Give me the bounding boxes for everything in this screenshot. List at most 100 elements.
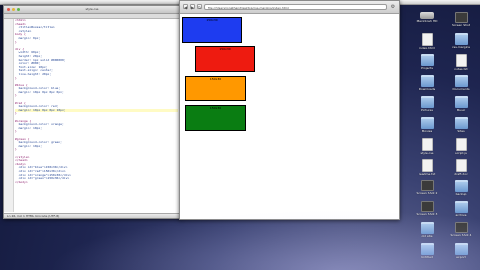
desktop-icon[interactable]: Pictures	[414, 96, 440, 113]
desktop-icon-label: Screen Shot	[451, 24, 471, 27]
reload-icon: ↻	[198, 5, 202, 10]
desktop-icon[interactable]: Movies	[414, 117, 440, 134]
folder-icon	[454, 33, 468, 45]
red-box: 150x30	[195, 46, 255, 72]
desktop-icon[interactable]: style.css	[414, 138, 440, 156]
desktop-icon[interactable]: Sites	[448, 117, 474, 134]
blue-box: 150x30	[182, 17, 242, 43]
desktop-icon-label: Screen Shot 3	[416, 213, 438, 216]
zoom-button[interactable]	[17, 8, 20, 11]
doc-icon	[455, 138, 467, 151]
reload-button[interactable]: ↻	[197, 4, 202, 10]
line-number-gutter	[4, 19, 14, 212]
folder-icon	[420, 243, 434, 255]
folder-icon	[454, 117, 468, 129]
desktop-icon[interactable]: Macintosh HD	[414, 12, 440, 24]
doc-icon	[455, 54, 467, 67]
folder-icon	[454, 75, 468, 87]
app-icon	[420, 201, 434, 212]
desktop-icon-label: Projects	[421, 67, 433, 70]
desktop-icon-label: old site	[421, 235, 433, 238]
desktop-icon-label: Movies	[421, 130, 433, 133]
folder-icon	[454, 201, 468, 213]
green-box-label: 150x30	[209, 106, 222, 110]
desktop-icon-label: Pictures	[421, 109, 433, 112]
desktop-icon[interactable]: readme.txt	[414, 159, 440, 177]
folder-icon	[420, 96, 434, 108]
desktop-icon[interactable]: Screen Shot 4	[448, 222, 474, 238]
desktop-icon[interactable]: index.html	[414, 33, 440, 51]
desktop-icon-label: export	[456, 256, 466, 259]
folder-icon	[454, 96, 468, 108]
desktop-icon-label: Screen Shot 2	[416, 192, 438, 195]
app-icon	[454, 222, 468, 233]
folder-icon	[420, 117, 434, 129]
desktop-icon-label: index.html	[419, 47, 435, 50]
desktop-icon[interactable]: draft.doc	[448, 159, 474, 177]
desktop-icon[interactable]: Projects	[414, 54, 440, 71]
editor-title: style.css	[85, 7, 99, 11]
red-box-label: 150x30	[219, 47, 231, 51]
browser-window[interactable]: ◀ ▶ ↻ file:///Users/jonathan/Desktop/css…	[179, 0, 400, 220]
desktop-icon-label: script.js	[455, 152, 467, 155]
app-icon	[454, 12, 468, 23]
drive-icon	[420, 12, 434, 19]
desktop-icon[interactable]: notes.txt	[448, 54, 474, 72]
orange-box: 150x30	[185, 76, 246, 101]
desktop-icon-label: Macintosh HD	[416, 20, 438, 23]
doc-icon	[421, 33, 433, 46]
desktop-icon-label: draft.doc	[454, 173, 468, 176]
editor-status-bar: Ln 26, Col 1 HTML Unicode (UTF-8)	[4, 213, 180, 218]
desktop-icon[interactable]: script.js	[448, 138, 474, 156]
desktop-icon-label: backup	[455, 193, 467, 196]
folder-icon	[420, 222, 434, 234]
desktop-icon-label: Documents	[452, 88, 470, 91]
folder-icon	[420, 54, 434, 66]
window-controls	[7, 8, 20, 11]
desktop-icon[interactable]: Downloads	[414, 75, 440, 92]
green-box: 150x30	[185, 105, 246, 131]
desktop-icon-label: css-margins	[451, 46, 470, 49]
folder-icon	[420, 75, 434, 87]
desktop-icon-label: Sites	[457, 130, 465, 133]
editor-titlebar[interactable]: style.css	[4, 6, 180, 14]
back-icon: ◀	[184, 5, 188, 10]
orange-box-label: 150x30	[209, 77, 222, 81]
forward-icon: ▶	[191, 5, 195, 10]
desktop-icon[interactable]: old site	[414, 222, 440, 239]
desktop-icon[interactable]: Screen Shot 3	[414, 201, 440, 217]
desktop-icon-label: readme.txt	[418, 173, 436, 176]
page-viewport: 150x30 150x30 150x30 150x30	[180, 14, 399, 219]
settings-wrench-icon[interactable]: ⚙	[390, 4, 396, 10]
desktop-icon[interactable]: Music	[448, 96, 474, 113]
desktop-icon-label: archive	[455, 214, 467, 217]
code-editor-window[interactable]: style.css <html> <head> <title>Boxes</tit…	[3, 5, 181, 219]
browser-toolbar: ◀ ▶ ↻ file:///Users/jonathan/Desktop/css…	[180, 1, 399, 14]
desktop-icon-label: Screen Shot 4	[450, 234, 472, 237]
minimize-button[interactable]	[12, 8, 15, 11]
code-area[interactable]: <html> <head> <title>Boxes</title> <style…	[15, 19, 178, 212]
forward-button[interactable]: ▶	[190, 4, 195, 10]
doc-icon	[455, 159, 467, 172]
code-line[interactable]: </body>	[15, 180, 178, 185]
desktop-icon[interactable]: Documents	[448, 75, 474, 92]
blue-box-label: 150x30	[206, 18, 218, 22]
folder-icon	[454, 243, 468, 255]
back-button[interactable]: ◀	[183, 4, 188, 10]
desktop-icon[interactable]: backup	[448, 180, 474, 197]
desktop-icon[interactable]: Screen Shot 2	[414, 180, 440, 196]
doc-icon	[421, 138, 433, 151]
desktop-icon[interactable]: export	[448, 243, 474, 260]
doc-icon	[421, 159, 433, 172]
close-button[interactable]	[7, 8, 10, 11]
desktop-icon-label: notes.txt	[454, 68, 468, 71]
address-bar[interactable]: file:///Users/jonathan/Desktop/css-margi…	[204, 4, 387, 10]
desktop-icon-label: Untitled	[421, 256, 433, 259]
desktop-icon[interactable]: Screen Shot	[448, 12, 474, 28]
desktop-icon[interactable]: archive	[448, 201, 474, 218]
desktop-icon-label: Music	[456, 109, 466, 112]
desktop-icon-label: Downloads	[418, 88, 436, 91]
desktop-icon-label: style.css	[420, 152, 434, 155]
desktop-icon[interactable]: css-margins	[448, 33, 474, 50]
desktop-icon[interactable]: Untitled	[414, 243, 440, 260]
